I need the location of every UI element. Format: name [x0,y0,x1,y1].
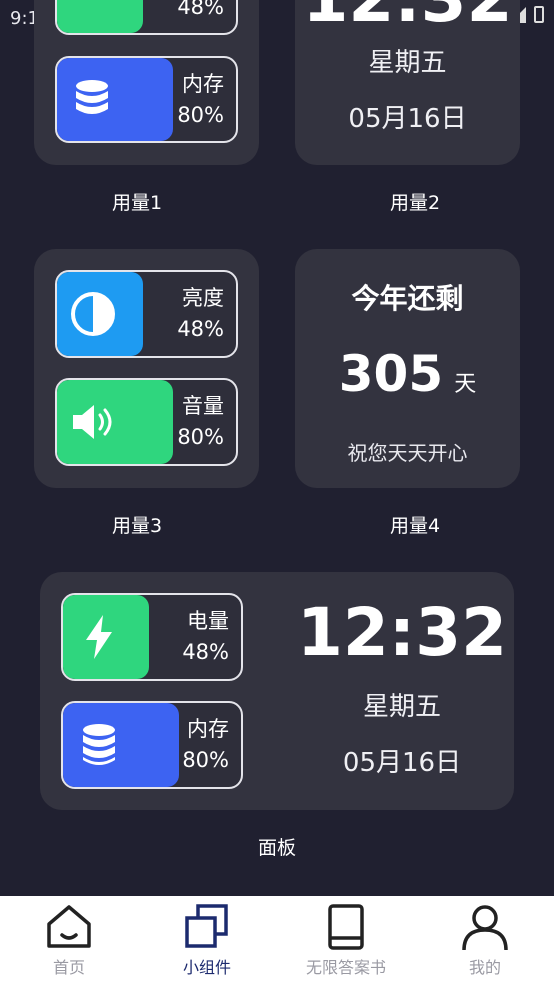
widget-label-panel: 面板 [257,837,296,859]
user-icon [462,905,508,951]
panel-memory-pill: 内存 80% [61,701,243,789]
brightness-icon [57,272,129,356]
usage3-brightness-pill: 亮度 48% [55,270,238,358]
database-icon [57,58,127,141]
usage3-brightness-value: 48% [177,317,224,341]
usage1-top-fill [57,0,143,33]
bottom-nav: 首页 小组件 无限答案书 我的 [0,896,554,984]
nav-item-home[interactable]: 首页 [0,896,138,984]
panel-time: 12:32 [296,594,508,671]
widget-label-usage3: 用量3 [111,515,163,537]
usage2-weekday: 星期五 [368,48,447,78]
usage1-memory-pill: 内存 80% [55,56,238,143]
usage1-top-pill: 48% [55,0,238,35]
panel-battery-name: 电量 [187,609,229,633]
widget-panel[interactable]: 电量 48% 内存 80% 12:32 星期五 05月16日 [40,572,514,810]
usage4-days: 305 [338,345,444,403]
widgets-icon [185,904,228,948]
usage2-date: 05月16日 [348,104,467,134]
usage1-top-value: 48% [177,0,224,19]
database-icon [63,703,135,787]
widget-usage2[interactable]: 12:32 星期五 05月16日 [295,0,520,165]
widget-label-usage1: 用量1 [111,192,163,214]
usage3-brightness-name: 亮度 [182,286,224,310]
usage3-volume-pill: 音量 80% [55,378,238,466]
nav-label-profile: 我的 [468,958,501,977]
nav-item-widgets[interactable]: 小组件 [138,896,276,984]
nav-item-answer-book[interactable]: 无限答案书 [277,896,415,984]
usage1-memory-name: 内存 [182,71,224,96]
widget-usage3[interactable]: 亮度 48% 音量 80% [34,249,259,488]
nav-label-answer-book: 无限答案书 [305,958,386,977]
home-icon [47,905,91,948]
nav-label-home: 首页 [52,958,85,977]
widget-usage1[interactable]: 48% 内存 80% [34,0,259,165]
usage4-message: 祝您天天开心 [347,441,468,465]
widget-label-usage2: 用量2 [389,192,441,214]
battery-icon [534,6,544,23]
panel-battery-value: 48% [182,640,229,664]
panel-weekday: 星期五 [362,692,441,722]
usage3-volume-value: 80% [177,425,224,449]
usage1-memory-value: 80% [177,102,224,127]
nav-item-profile[interactable]: 我的 [416,896,554,984]
book-icon [328,904,364,950]
panel-date: 05月16日 [342,748,462,778]
usage4-heading: 今年还剩 [351,282,464,315]
usage2-time: 12:32 [295,0,520,32]
usage4-days-row: 305 天 [295,345,520,403]
nav-label-widgets: 小组件 [182,958,231,977]
panel-battery-pill: 电量 48% [61,593,243,681]
panel-memory-name: 内存 [187,717,229,741]
panel-memory-value: 80% [182,748,229,772]
usage4-unit: 天 [454,372,477,397]
widget-label-usage4: 用量4 [389,515,441,537]
volume-icon [57,380,129,464]
usage3-volume-name: 音量 [182,394,224,418]
bolt-icon [63,595,135,679]
widget-usage4[interactable]: 今年还剩 305 天 祝您天天开心 [295,249,520,488]
